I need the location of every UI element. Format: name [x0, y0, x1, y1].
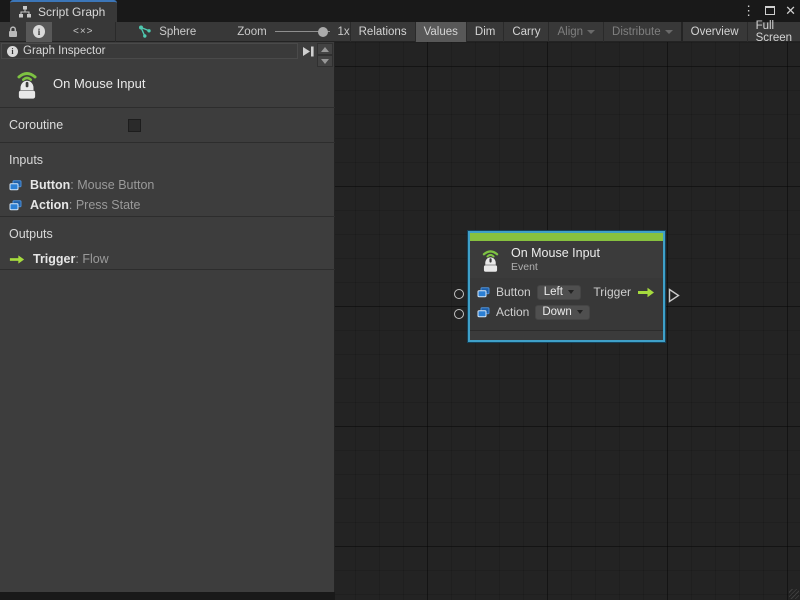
lock-button[interactable]: [0, 22, 26, 42]
align-dropdown[interactable]: Align: [548, 22, 603, 42]
graph-toolbar: i <×> Sphere Zoom 1x Relations Values Di…: [0, 22, 800, 42]
output-port-trigger[interactable]: [668, 288, 680, 303]
value-port-icon: [9, 180, 22, 191]
carry-button[interactable]: Carry: [503, 22, 548, 42]
coroutine-label: Coroutine: [9, 118, 63, 132]
dock-panel-button[interactable]: [300, 44, 315, 58]
chevron-down-icon: [587, 30, 595, 34]
tab-label: Script Graph: [38, 5, 105, 19]
chevron-down-icon: [665, 30, 673, 34]
graph-breadcrumb[interactable]: Sphere: [131, 22, 203, 42]
outputs-heading: Outputs: [9, 227, 335, 241]
chevron-down-icon: [577, 310, 583, 314]
mouse-input-icon: [14, 67, 40, 100]
outputs-section: Outputs Trigger: Flow: [0, 217, 335, 270]
coroutine-checkbox[interactable]: [128, 119, 141, 132]
scroll-up-button[interactable]: [317, 43, 333, 55]
flow-arrow-icon[interactable]: [637, 287, 655, 298]
window-menu-icon[interactable]: ⋮: [742, 0, 755, 22]
triangle-up-icon: [321, 47, 329, 52]
code-preview-button[interactable]: <×>: [66, 22, 101, 42]
button-value-dropdown[interactable]: Left: [537, 285, 581, 300]
lock-icon: [7, 25, 19, 38]
overview-button[interactable]: Overview: [681, 22, 747, 42]
node-title: On Mouse Input: [511, 246, 600, 260]
node-footer: [470, 330, 663, 340]
node-port-row-action: Action Down: [477, 302, 657, 322]
node-body: Button Left Trigger A: [470, 278, 663, 322]
zoom-value: 1x: [337, 26, 349, 38]
zoom-slider-knob[interactable]: [318, 27, 328, 37]
graph-name: Sphere: [159, 26, 196, 38]
fullscreen-button[interactable]: Full Screen: [747, 22, 800, 42]
graph-canvas[interactable]: On Mouse Input Event Button Left Trigger: [335, 42, 800, 600]
toolbar-separator: [115, 22, 116, 42]
trigger-label: Trigger: [593, 285, 631, 299]
unity-script-graph-window: Script Graph ⋮ ✕ i <×> Sphere Zoom: [0, 0, 800, 600]
zoom-slider[interactable]: [275, 22, 331, 42]
input-row-action: Action: Press State: [9, 195, 335, 215]
zoom-label: Zoom: [237, 26, 266, 38]
graph-icon: [138, 25, 152, 39]
tab-script-graph[interactable]: Script Graph: [10, 0, 117, 22]
flow-arrow-icon: [9, 254, 25, 265]
relations-button[interactable]: Relations: [350, 22, 415, 42]
mouse-input-icon: [480, 246, 501, 273]
inspector-title: Graph Inspector: [23, 45, 105, 57]
node-accent-bar: [470, 233, 663, 241]
graph-inspector-panel: i Graph Inspector On Mouse Input Corouti…: [0, 42, 335, 592]
value-port-icon: [9, 200, 22, 211]
node-header[interactable]: On Mouse Input Event: [470, 241, 663, 278]
script-graph-icon: [18, 6, 32, 18]
chevron-down-icon: [568, 290, 574, 294]
input-row-button: Button: Mouse Button: [9, 175, 335, 195]
dim-button[interactable]: Dim: [466, 22, 503, 42]
value-port-icon: [477, 307, 490, 318]
values-button[interactable]: Values: [415, 22, 466, 42]
coroutine-section: Coroutine: [0, 108, 335, 143]
tab-bar: Script Graph ⋮ ✕: [0, 0, 800, 22]
value-port-icon: [477, 287, 490, 298]
input-port-button[interactable]: [454, 289, 464, 299]
port-label: Button: [496, 285, 531, 299]
toolbar-right-group: Relations Values Dim Carry Align Distrib…: [350, 22, 800, 42]
distribute-dropdown[interactable]: Distribute: [603, 22, 681, 42]
info-icon: i: [33, 25, 45, 38]
inspector-unit-section: On Mouse Input: [0, 60, 335, 108]
dock-right-icon: [301, 45, 315, 58]
inputs-section: Inputs Button: Mouse Button Action: Pres…: [0, 143, 335, 217]
action-value-dropdown[interactable]: Down: [535, 305, 589, 320]
output-row-trigger: Trigger: Flow: [9, 249, 335, 269]
node-port-row-button: Button Left Trigger: [477, 282, 657, 302]
maximize-icon[interactable]: [765, 2, 775, 20]
info-icon: i: [7, 46, 18, 57]
inputs-heading: Inputs: [9, 153, 335, 167]
inspector-header: i Graph Inspector: [1, 43, 298, 59]
inspector-toggle-button[interactable]: i: [26, 22, 52, 42]
on-mouse-input-node[interactable]: On Mouse Input Event Button Left Trigger: [468, 231, 665, 342]
inspector-unit-title: On Mouse Input: [53, 76, 146, 91]
port-label: Action: [496, 305, 529, 319]
node-subtitle: Event: [511, 261, 600, 273]
resize-grip[interactable]: [789, 589, 799, 599]
input-port-action[interactable]: [454, 309, 464, 319]
